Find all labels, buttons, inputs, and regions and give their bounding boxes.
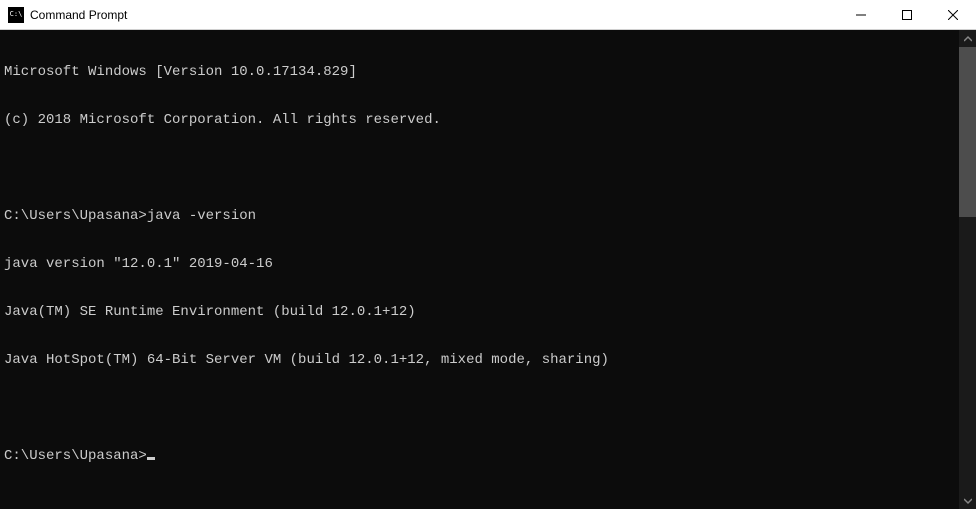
output-line: Microsoft Windows [Version 10.0.17134.82… — [4, 64, 955, 80]
chevron-up-icon — [964, 35, 972, 43]
cmd-icon — [8, 7, 24, 23]
prompt-line: C:\Users\Upasana> — [4, 448, 955, 464]
output-line — [4, 160, 955, 176]
window-titlebar: Command Prompt — [0, 0, 976, 30]
vertical-scrollbar[interactable] — [959, 30, 976, 509]
minimize-button[interactable] — [838, 0, 884, 29]
output-line: (c) 2018 Microsoft Corporation. All righ… — [4, 112, 955, 128]
close-icon — [948, 10, 958, 20]
scroll-up-button[interactable] — [959, 30, 976, 47]
chevron-down-icon — [964, 497, 972, 505]
prompt-text: C:\Users\Upasana> — [4, 448, 147, 464]
output-line: C:\Users\Upasana>java -version — [4, 208, 955, 224]
scroll-thumb[interactable] — [959, 47, 976, 217]
minimize-icon — [856, 10, 866, 20]
maximize-button[interactable] — [884, 0, 930, 29]
maximize-icon — [902, 10, 912, 20]
output-line: java version "12.0.1" 2019-04-16 — [4, 256, 955, 272]
output-line — [4, 400, 955, 416]
close-button[interactable] — [930, 0, 976, 29]
cursor — [147, 457, 155, 460]
output-line: Java(TM) SE Runtime Environment (build 1… — [4, 304, 955, 320]
window-controls — [838, 0, 976, 29]
window-title: Command Prompt — [30, 8, 838, 22]
terminal-output[interactable]: Microsoft Windows [Version 10.0.17134.82… — [0, 30, 959, 509]
output-line: Java HotSpot(TM) 64-Bit Server VM (build… — [4, 352, 955, 368]
scroll-down-button[interactable] — [959, 492, 976, 509]
terminal-area: Microsoft Windows [Version 10.0.17134.82… — [0, 30, 976, 509]
